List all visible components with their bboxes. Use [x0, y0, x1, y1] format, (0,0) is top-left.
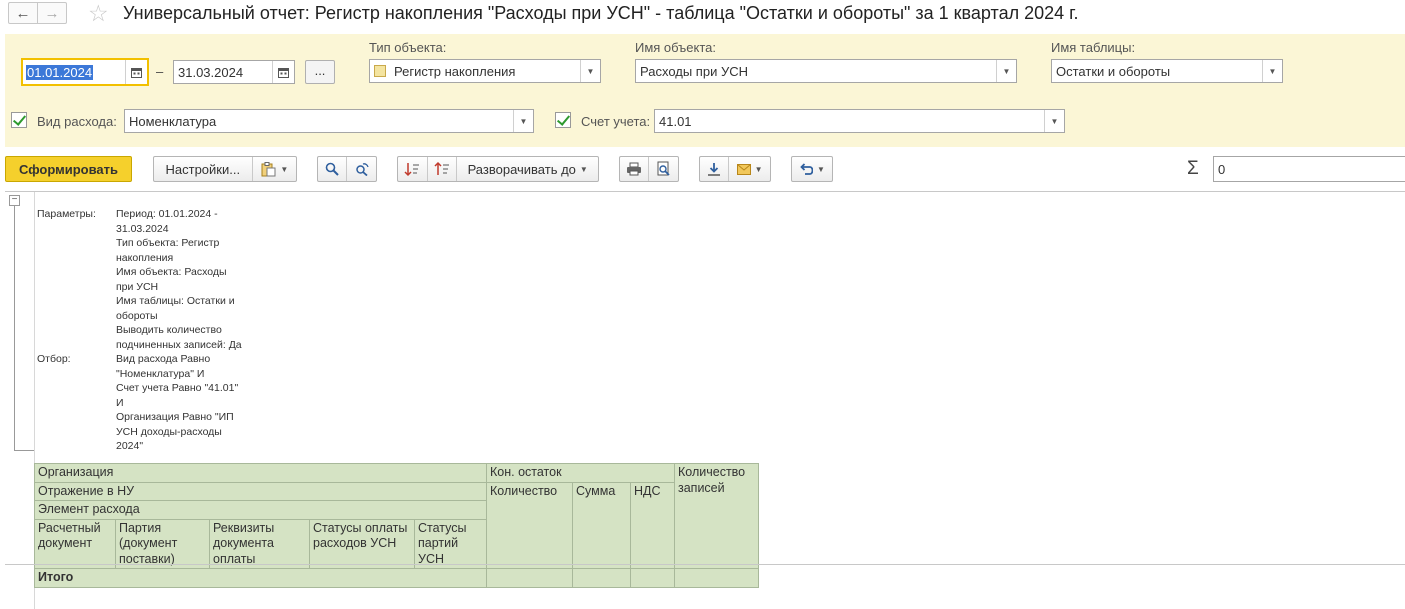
header-expense-element: Элемент расхода — [34, 500, 487, 520]
report-area: − Параметры: Период: 01.01.2024 - 31.03.… — [5, 191, 1405, 609]
group-line-end — [14, 450, 34, 451]
search-icon — [325, 162, 339, 176]
date-to-field[interactable]: 31.03.2024 — [173, 60, 295, 84]
generate-button[interactable]: Сформировать — [5, 156, 132, 182]
sum-field[interactable]: 0 — [1213, 156, 1405, 182]
grouping-group: Разворачивать до ▼ — [397, 156, 599, 182]
expand-to-button[interactable]: Разворачивать до ▼ — [457, 157, 598, 181]
table-name-select[interactable]: Остатки и обороты ▼ — [1051, 59, 1283, 83]
header-payment-details: Реквизиты документа оплаты — [209, 518, 310, 569]
calendar-icon[interactable] — [125, 60, 147, 84]
share-button[interactable]: ▼ — [791, 156, 833, 182]
print-button[interactable] — [620, 157, 650, 181]
arrow-left-icon: ← — [15, 4, 31, 22]
chevron-down-icon[interactable]: ▼ — [996, 60, 1016, 82]
object-name-select[interactable]: Расходы при УСН ▼ — [635, 59, 1017, 83]
clipboard-icon — [261, 162, 276, 177]
expense-kind-select[interactable]: Номенклатура ▼ — [124, 109, 534, 133]
download-icon — [708, 163, 721, 176]
title-bar: ← → ☆ Универсальный отчет: Регистр накоп… — [0, 0, 1405, 30]
group-line — [14, 206, 15, 450]
chevron-down-icon: ▼ — [280, 164, 289, 174]
sort-down-icon — [404, 163, 420, 177]
find-next-button[interactable] — [347, 157, 376, 181]
print-preview-button[interactable] — [649, 157, 678, 181]
period-select-button[interactable]: ... — [305, 60, 335, 84]
header-vat: НДС — [630, 481, 675, 569]
total-sum — [572, 568, 631, 588]
table-name-label: Имя таблицы: — [1051, 40, 1136, 55]
object-type-select[interactable]: Регистр накопления ▼ — [369, 59, 601, 83]
undo-arrow-icon — [800, 162, 814, 175]
header-payment-status: Статусы оплаты расходов УСН — [309, 518, 415, 569]
chevron-down-icon[interactable]: ▼ — [1262, 60, 1282, 82]
forward-button[interactable]: → — [37, 2, 67, 24]
register-icon — [374, 65, 386, 77]
total-row-label: Итого — [34, 568, 487, 588]
collapse-group-icon[interactable]: − — [9, 195, 20, 206]
back-button[interactable]: ← — [8, 2, 38, 24]
variants-button[interactable]: ▼ — [253, 157, 296, 181]
header-quantity: Количество — [486, 481, 573, 569]
object-type-label: Тип объекта: — [369, 40, 447, 55]
header-nu: Отражение в НУ — [34, 481, 487, 501]
filter-panel: 01.01.2024 – 31.03.2024 ... Тип объекта:… — [5, 34, 1405, 147]
chevron-down-icon: ▼ — [579, 164, 588, 174]
envelope-icon — [736, 163, 751, 175]
send-email-button[interactable]: ▼ — [729, 157, 770, 181]
expand-all-button[interactable] — [428, 157, 458, 181]
account-select[interactable]: 41.01 ▼ — [654, 109, 1065, 133]
header-organization: Организация — [34, 463, 487, 483]
save-button[interactable] — [700, 157, 730, 181]
arrow-right-icon: → — [44, 4, 60, 22]
chevron-down-icon: ▼ — [817, 164, 825, 174]
filter-key: Отбор: — [37, 353, 71, 365]
header-party-status: Статусы партий УСН — [414, 518, 487, 569]
params-key: Параметры: — [37, 208, 96, 220]
params-block: Параметры: Период: 01.01.2024 - 31.03.20… — [37, 207, 297, 357]
header-end-balance: Кон. остаток — [486, 463, 675, 483]
header-calc-document: Расчетный документ — [34, 518, 116, 569]
report-separator — [5, 564, 1405, 565]
chevron-down-icon[interactable]: ▼ — [1044, 110, 1064, 132]
collapse-all-button[interactable] — [398, 157, 428, 181]
filter-values: Вид расхода Равно "Номенклатура" И Счет … — [116, 353, 239, 452]
print-group — [619, 156, 679, 182]
total-vat — [630, 568, 675, 588]
chevron-down-icon[interactable]: ▼ — [580, 60, 600, 82]
page-title: Универсальный отчет: Регистр накопления … — [123, 3, 1079, 23]
chevron-down-icon: ▼ — [754, 164, 763, 174]
filter-block: Отбор: Вид расхода Равно "Номенклатура" … — [37, 352, 297, 457]
expense-kind-checkbox[interactable] — [11, 112, 27, 128]
report-table: Организация Кон. остаток Количество запи… — [34, 463, 759, 588]
account-label: Счет учета: — [581, 114, 651, 129]
settings-group: Настройки... ▼ — [153, 156, 297, 182]
printer-icon — [627, 162, 641, 176]
search-next-icon — [355, 163, 369, 176]
favorite-star-icon[interactable]: ☆ — [88, 0, 109, 26]
total-records — [674, 568, 759, 588]
account-checkbox[interactable] — [555, 112, 571, 128]
expense-kind-label: Вид расхода: — [37, 114, 117, 129]
object-name-label: Имя объекта: — [635, 40, 717, 55]
header-party: Партия (документ поставки) — [115, 518, 210, 569]
export-group: ▼ — [699, 156, 771, 182]
sort-up-icon — [434, 161, 450, 175]
search-group — [317, 156, 377, 182]
calendar-icon[interactable] — [272, 61, 294, 83]
date-range-dash: – — [156, 64, 164, 79]
header-records-count: Количество записей — [674, 463, 759, 569]
chevron-down-icon[interactable]: ▼ — [513, 110, 533, 132]
total-quantity — [486, 568, 573, 588]
print-preview-icon — [657, 161, 670, 176]
find-button[interactable] — [318, 157, 348, 181]
header-sum: Сумма — [572, 481, 631, 569]
date-from-field[interactable]: 01.01.2024 — [21, 58, 149, 86]
sum-icon: Σ — [1187, 158, 1199, 179]
settings-button[interactable]: Настройки... — [154, 157, 253, 181]
params-values: Период: 01.01.2024 - 31.03.2024 Тип объе… — [116, 208, 242, 351]
